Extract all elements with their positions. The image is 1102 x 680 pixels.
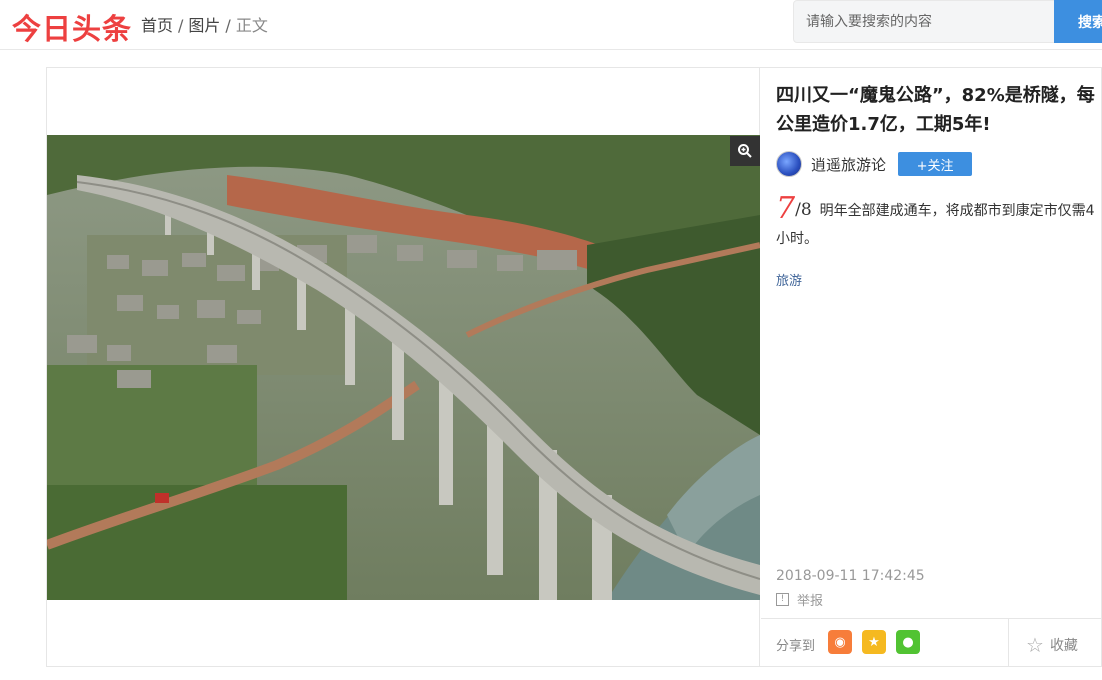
report-icon: ! (776, 593, 789, 606)
qzone-share-icon[interactable]: ★ (862, 630, 886, 654)
breadcrumb-current: 正文 (235, 16, 268, 35)
zoom-icon (738, 144, 752, 158)
gallery-photo[interactable] (47, 135, 760, 600)
photo-caption: 7/8 明年全部建成通车，将成都市到康定市仅需4小时。 (776, 194, 1096, 253)
author-avatar[interactable] (776, 151, 802, 177)
star-icon: ☆ (1026, 633, 1044, 657)
category-tag[interactable]: 旅游 (776, 270, 802, 289)
search-input[interactable] (794, 1, 1054, 42)
report-link[interactable]: ! 举报 (776, 590, 823, 609)
breadcrumb-separator: / (225, 16, 231, 35)
favorite-label: 收藏 (1049, 638, 1078, 654)
zoom-button[interactable] (730, 136, 760, 166)
favorite-button[interactable]: ☆ 收藏 (1026, 633, 1078, 657)
report-label: 举报 (797, 594, 824, 609)
image-total: /8 (795, 200, 812, 220)
top-header: 今日头条 首页/图片/正文 搜索 (0, 0, 1102, 50)
author-name[interactable]: 逍遥旅游论 (811, 154, 886, 175)
publish-time: 2018-09-11 17:42:45 (776, 568, 925, 584)
weibo-share-icon[interactable]: ◉ (828, 630, 852, 654)
search-button[interactable]: 搜索 (1054, 0, 1102, 43)
breadcrumb-home[interactable]: 首页 (141, 12, 173, 36)
article-sidebar: 四川又一“魔鬼公路”，82%是桥隧，每公里造价1.7亿，工期5年! 逍遥旅游论 … (761, 68, 1102, 667)
author-row: 逍遥旅游论 +关注 (776, 150, 973, 178)
search-box (793, 0, 1055, 43)
breadcrumb-images[interactable]: 图片 (188, 12, 220, 36)
site-logo[interactable]: 今日头条 (12, 6, 132, 48)
divider (1008, 619, 1009, 667)
follow-button[interactable]: +关注 (898, 152, 973, 176)
share-label: 分享到 (776, 639, 816, 654)
share-bar: 分享到 ◉ ★ ● ☆ 收藏 (761, 618, 1102, 667)
bridge-photo-illustration (47, 135, 760, 600)
breadcrumb-separator: / (178, 16, 184, 35)
photo-viewer (47, 68, 760, 666)
article-title: 四川又一“魔鬼公路”，82%是桥隧，每公里造价1.7亿，工期5年! (776, 85, 1095, 135)
caption-text: 明年全部建成通车，将成都市到康定市仅需4小时。 (776, 203, 1095, 247)
wechat-share-icon[interactable]: ● (896, 630, 920, 654)
image-index: 7 (776, 191, 796, 226)
gallery-card: 四川又一“魔鬼公路”，82%是桥隧，每公里造价1.7亿，工期5年! 逍遥旅游论 … (46, 67, 1102, 667)
breadcrumb: 首页 / 图片 / 正文 (141, 12, 268, 36)
